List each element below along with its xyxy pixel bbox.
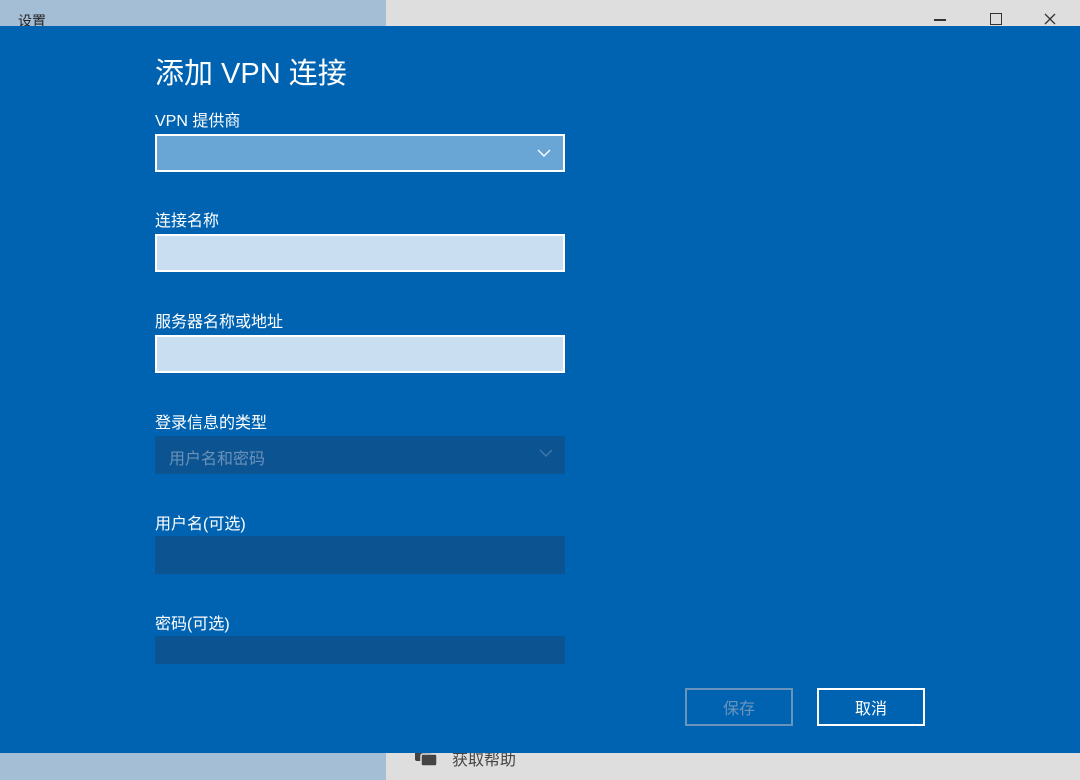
chevron-down-icon: [539, 449, 553, 457]
add-vpn-dialog: 添加 VPN 连接 VPN 提供商 连接名称 服务器名称或地址 登录信息的类型 …: [0, 26, 1080, 753]
vpn-provider-label: VPN 提供商: [155, 113, 241, 130]
minimize-icon: [934, 19, 946, 21]
password-input: [155, 636, 565, 664]
connection-name-label: 连接名称: [155, 213, 220, 230]
save-button[interactable]: 保存: [685, 688, 793, 726]
dialog-title: 添加 VPN 连接: [155, 58, 347, 90]
signin-type-select: 用户名和密码: [155, 436, 565, 474]
signin-type-label: 登录信息的类型: [155, 415, 268, 432]
cancel-button[interactable]: 取消: [817, 688, 925, 726]
close-icon: [1044, 13, 1056, 25]
password-label: 密码(可选): [155, 616, 230, 633]
chevron-down-icon: [537, 149, 551, 157]
connection-name-input[interactable]: [155, 234, 565, 272]
server-address-label: 服务器名称或地址: [155, 314, 284, 331]
username-input: [155, 536, 565, 574]
server-address-input[interactable]: [155, 335, 565, 373]
signin-type-value: 用户名和密码: [169, 451, 266, 468]
maximize-icon: [990, 13, 1002, 25]
vpn-provider-select[interactable]: [155, 134, 565, 172]
username-label: 用户名(可选): [155, 516, 246, 533]
